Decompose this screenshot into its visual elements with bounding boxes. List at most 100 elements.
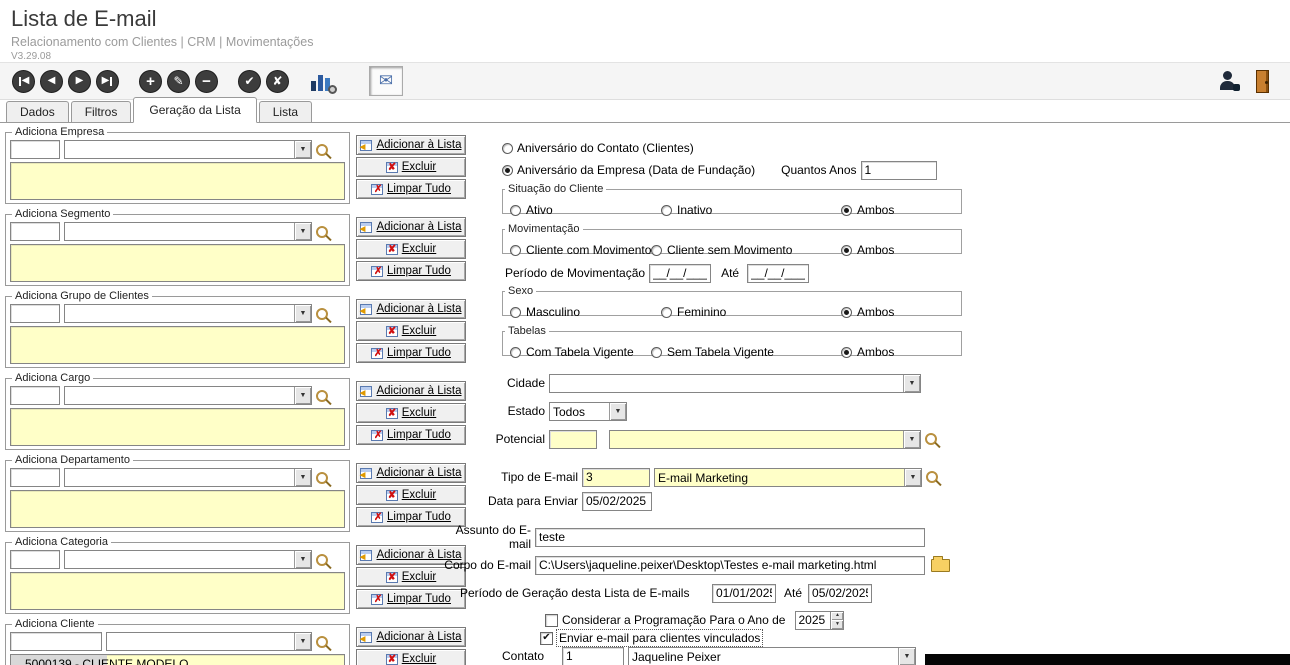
tabelas-ambos-option[interactable]: Ambos [841,345,894,359]
cliente-listbox[interactable]: 5000139 - CLIENTE MODELO [10,654,345,665]
search-icon[interactable] [316,390,328,402]
chevron-down-icon[interactable]: ▼ [294,633,311,650]
segmento-listbox[interactable] [10,244,345,282]
mov-sem-option[interactable]: Cliente sem Movimento [651,243,792,257]
departamento-combo[interactable]: ▼ [64,468,312,487]
radio-icon[interactable] [841,245,852,256]
search-icon[interactable] [316,636,328,648]
cliente-code-input[interactable] [10,632,102,651]
add-record-button[interactable]: + [139,70,162,93]
cliente-combo[interactable]: ▼ [106,632,312,651]
radio-icon[interactable] [661,307,672,318]
cidade-combo[interactable]: ▼ [549,374,921,393]
next-record-button[interactable]: ▶ [68,70,91,93]
spin-down-icon[interactable]: ▼ [831,620,843,629]
exit-door-icon[interactable] [1256,70,1272,93]
empresa-combo[interactable]: ▼ [64,140,312,159]
chevron-down-icon[interactable]: ▼ [294,223,311,240]
search-icon[interactable] [316,144,328,156]
radio-icon[interactable] [502,143,513,154]
chevron-down-icon[interactable]: ▼ [903,431,920,448]
open-folder-icon[interactable] [931,559,950,572]
periodo-geracao-ate-input[interactable] [808,584,872,603]
chevron-down-icon[interactable]: ▼ [294,469,311,486]
sexo-masculino-option[interactable]: Masculino [510,305,580,319]
grupo-combo[interactable]: ▼ [64,304,312,323]
checkbox-icon[interactable] [545,614,558,627]
radio-icon[interactable] [841,347,852,358]
periodo-mov-de-input[interactable] [649,264,711,283]
tab-lista[interactable]: Lista [259,101,312,122]
chevron-down-icon[interactable]: ▼ [294,551,311,568]
chevron-down-icon[interactable]: ▼ [294,305,311,322]
tabelas-sem-option[interactable]: Sem Tabela Vigente [651,345,774,359]
segmento-combo[interactable]: ▼ [64,222,312,241]
cancel-button[interactable]: ✘ [266,70,289,93]
radio-icon[interactable] [502,165,513,176]
periodo-geracao-de-input[interactable] [712,584,776,603]
search-icon[interactable] [925,433,937,445]
estado-combo[interactable]: Todos ▼ [549,402,627,421]
checkbox-icon[interactable] [540,632,553,645]
mov-ambos-option[interactable]: Ambos [841,243,894,257]
grupo-listbox[interactable] [10,326,345,364]
tipo-email-code-input[interactable] [582,468,650,487]
empresa-code-input[interactable] [10,140,60,159]
contato-combo[interactable]: Jaqueline Peixer ▼ [628,647,916,665]
radio-icon[interactable] [651,347,662,358]
chevron-down-icon[interactable]: ▼ [904,469,921,486]
send-email-button[interactable]: ✉ [369,66,403,96]
periodo-mov-ate-input[interactable] [747,264,809,283]
sexo-feminino-option[interactable]: Feminino [661,305,726,319]
confirm-button[interactable]: ✔ [238,70,261,93]
radio-icon[interactable] [510,307,521,318]
chevron-down-icon[interactable]: ▼ [898,648,915,665]
search-icon[interactable] [316,554,328,566]
situacao-inativo-option[interactable]: Inativo [661,203,712,217]
cliente-list-item[interactable]: 5000139 - CLIENTE MODELO [11,655,344,665]
data-enviar-input[interactable] [582,492,652,511]
first-record-button[interactable]: ◀ [12,70,35,93]
cargo-listbox[interactable] [10,408,345,446]
radio-icon[interactable] [841,307,852,318]
cargo-code-input[interactable] [10,386,60,405]
cargo-combo[interactable]: ▼ [64,386,312,405]
quantos-anos-input[interactable] [861,161,937,180]
corpo-input[interactable] [535,556,925,575]
radio-icon[interactable] [841,205,852,216]
radio-icon[interactable] [651,245,662,256]
departamento-code-input[interactable] [10,468,60,487]
contato-code-input[interactable] [562,647,624,665]
radio-icon[interactable] [510,205,521,216]
situacao-ambos-option[interactable]: Ambos [841,203,894,217]
radio-icon[interactable] [510,245,521,256]
radio-icon[interactable] [661,205,672,216]
search-icon[interactable] [316,308,328,320]
previous-record-button[interactable]: ◀ [40,70,63,93]
tab-dados[interactable]: Dados [6,101,69,122]
tabelas-com-option[interactable]: Com Tabela Vigente [510,345,634,359]
empresa-listbox[interactable] [10,162,345,200]
chevron-down-icon[interactable]: ▼ [294,141,311,158]
segmento-code-input[interactable] [10,222,60,241]
user-permissions-icon[interactable] [1218,71,1240,91]
chevron-down-icon[interactable]: ▼ [609,403,626,420]
ano-input[interactable] [796,612,830,629]
search-icon[interactable] [316,472,328,484]
situacao-ativo-option[interactable]: Ativo [510,203,553,217]
categoria-code-input[interactable] [10,550,60,569]
potencial-code-input[interactable] [549,430,597,449]
categoria-listbox[interactable] [10,572,345,610]
assunto-input[interactable] [535,528,925,547]
spin-up-icon[interactable]: ▲ [831,612,843,621]
edit-record-button[interactable]: ✎ [167,70,190,93]
search-icon[interactable] [926,471,938,483]
chevron-down-icon[interactable]: ▼ [903,375,920,392]
sexo-ambos-option[interactable]: Ambos [841,305,894,319]
grupo-code-input[interactable] [10,304,60,323]
last-record-button[interactable]: ▶ [96,70,119,93]
tipo-email-combo[interactable]: E-mail Marketing ▼ [654,468,922,487]
search-icon[interactable] [316,226,328,238]
radio-icon[interactable] [510,347,521,358]
potencial-combo[interactable]: ▼ [609,430,921,449]
